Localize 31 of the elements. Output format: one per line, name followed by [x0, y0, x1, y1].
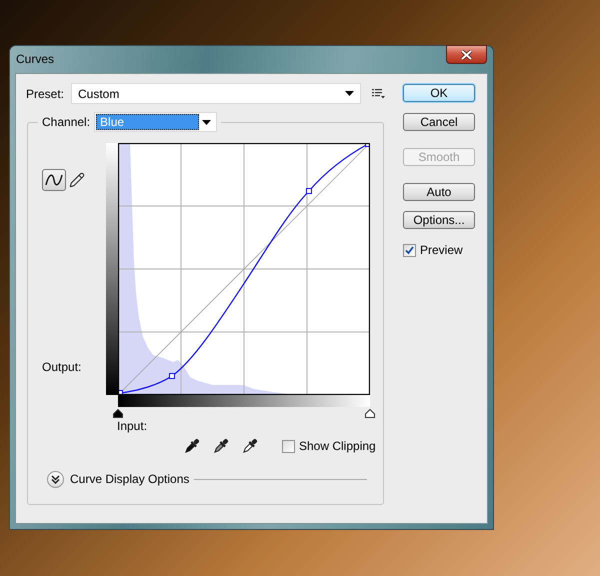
show-clipping-checkbox[interactable] — [282, 440, 295, 452]
input-label: Input: — [117, 419, 148, 433]
window-title: Curves — [16, 52, 54, 66]
close-button[interactable] — [446, 45, 487, 64]
eyedropper-icon[interactable] — [183, 438, 200, 454]
show-clipping-label: Show Clipping — [299, 439, 376, 453]
dialog-button[interactable]: Options... — [403, 211, 475, 229]
preset-dropdown[interactable]: Custom — [71, 83, 361, 104]
list-menu-icon[interactable] — [372, 88, 385, 99]
curve-graph-drawing[interactable] — [118, 143, 370, 395]
output-label: Output: — [42, 360, 82, 374]
curve-display-options-label: Curve Display Options — [70, 472, 190, 486]
dialog-button[interactable]: Auto — [403, 183, 475, 201]
preview-checkbox[interactable] — [403, 244, 416, 256]
dialog-button[interactable]: OK — [403, 84, 475, 102]
curve-icon — [45, 173, 63, 187]
preview-label: Preview — [420, 243, 463, 257]
preset-label: Preset: — [26, 86, 66, 100]
expand-button[interactable] — [47, 470, 64, 488]
dialog-button[interactable]: Cancel — [403, 113, 475, 131]
eyedropper-icon[interactable] — [212, 438, 229, 454]
caret-icon — [345, 91, 354, 96]
channel-label: Channel: — [42, 115, 90, 129]
double-chevron-icon — [51, 474, 60, 484]
eyedropper-icon[interactable] — [241, 438, 258, 454]
slider-handle[interactable] — [113, 409, 123, 418]
caret-icon — [202, 120, 212, 124]
close-icon — [461, 50, 472, 60]
curve-tool-button[interactable] — [42, 169, 66, 191]
slider-handle[interactable] — [365, 409, 375, 418]
pencil-icon — [69, 172, 85, 188]
